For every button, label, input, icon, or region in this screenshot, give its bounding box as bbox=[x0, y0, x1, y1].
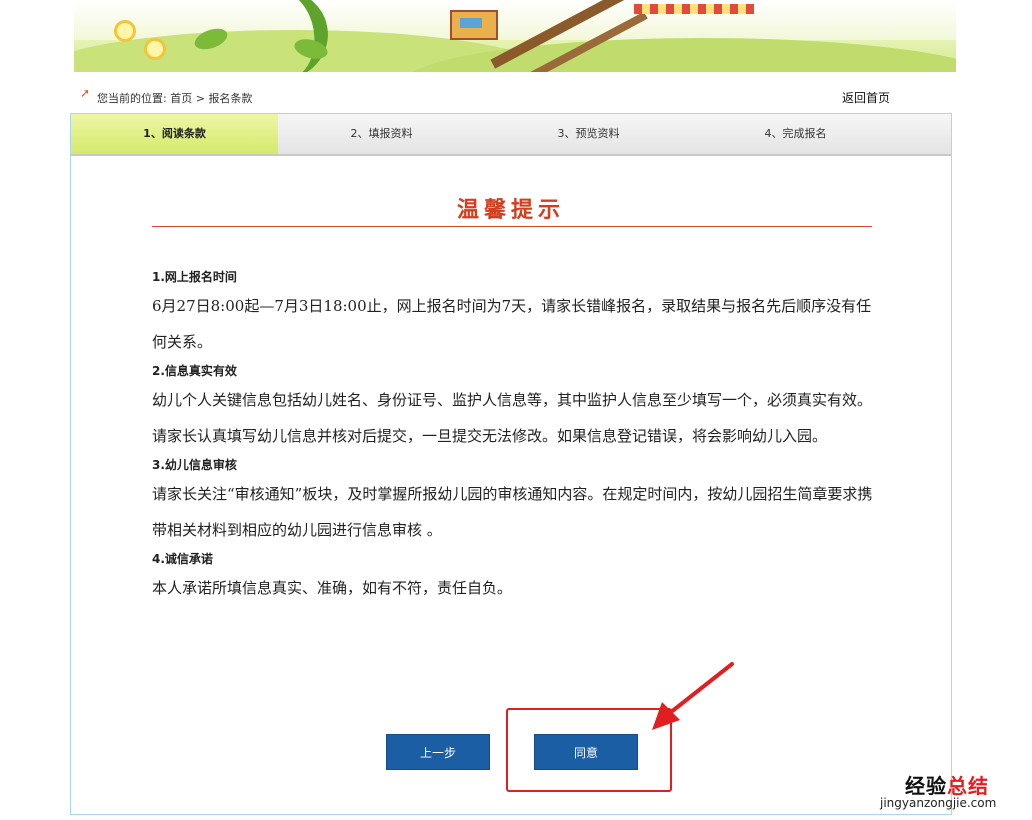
section-paragraph: 请家长认真填写幼儿信息并核对后提交，一旦提交无法修改。如果信息登记错误，将会影响… bbox=[152, 427, 828, 445]
breadcrumb: 您当前的位置: 首页 > 报名条款 bbox=[97, 90, 252, 106]
books-illustration bbox=[450, 10, 498, 40]
section-heading: 2.信息真实有效 bbox=[152, 364, 237, 378]
step-complete: 4、完成报名 bbox=[764, 127, 827, 140]
registration-panel: 1、阅读条款 2、填报资料 3、预览资料 4、完成报名 温馨提示 1.网上报名时… bbox=[70, 113, 952, 815]
breadcrumb-home-link[interactable]: 首页 bbox=[170, 92, 192, 105]
watermark-url: jingyanzongjie.com bbox=[880, 796, 997, 810]
back-home-link[interactable]: 返回首页 bbox=[842, 89, 890, 106]
previous-step-button[interactable]: 上一步 bbox=[386, 734, 490, 770]
breadcrumb-bar: ➚ 您当前的位置: 首页 > 报名条款 返回首页 bbox=[80, 86, 890, 110]
watermark-title-b: 总结 bbox=[947, 774, 989, 798]
step-fill-info: 2、填报资料 bbox=[350, 127, 413, 140]
step-preview: 3、预览资料 bbox=[557, 127, 620, 140]
notice-title: 温馨提示 bbox=[456, 198, 565, 223]
step-indicator: 1、阅读条款 2、填报资料 3、预览资料 4、完成报名 bbox=[71, 114, 951, 156]
breadcrumb-prefix: 您当前的位置: bbox=[97, 92, 167, 105]
section-paragraph: 6月27日8:00起—7月3日18:00止，网上报名时间为7天，请家长错峰报名，… bbox=[152, 297, 872, 351]
section-heading: 3.幼儿信息审核 bbox=[152, 458, 237, 472]
header-banner bbox=[74, 0, 956, 72]
watermark-title-a: 经验 bbox=[905, 774, 947, 798]
breadcrumb-current: 报名条款 bbox=[208, 92, 253, 105]
beanstalk-illustration bbox=[226, 0, 336, 72]
section-paragraph: 幼儿个人关键信息包括幼儿姓名、身份证号、监护人信息等，其中监护人信息至少填写一个… bbox=[152, 391, 873, 409]
flower-icon bbox=[114, 20, 136, 42]
step-read-terms: 1、阅读条款 bbox=[71, 114, 278, 154]
section-heading: 4.诚信承诺 bbox=[152, 552, 213, 566]
breadcrumb-separator: > bbox=[195, 92, 205, 105]
section-heading: 1.网上报名时间 bbox=[152, 270, 237, 284]
flower-icon bbox=[144, 38, 166, 60]
arrow-icon: ➚ bbox=[80, 86, 91, 100]
title-divider bbox=[152, 226, 872, 227]
notice-content: 1.网上报名时间 6月27日8:00起—7月3日18:00止，网上报名时间为7天… bbox=[152, 266, 876, 606]
watermark-logo: 经验总结 bbox=[905, 770, 989, 799]
annotation-highlight-box bbox=[506, 708, 672, 792]
section-paragraph: 请家长关注“审核通知”板块，及时掌握所报幼儿园的审核通知内容。在规定时间内，按幼… bbox=[152, 485, 873, 539]
section-paragraph: 本人承诺所填信息真实、准确，如有不符，责任自负。 bbox=[152, 579, 513, 597]
